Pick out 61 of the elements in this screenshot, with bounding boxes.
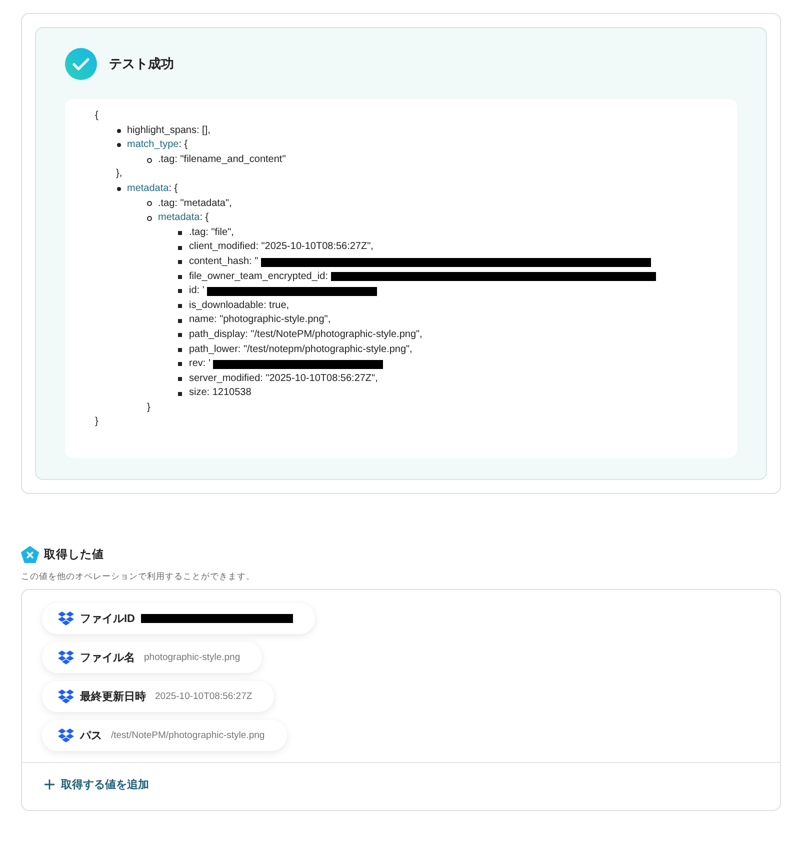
code-line: path_lower: "/test/notepm/photographic-style.png", <box>189 342 412 356</box>
bullet-icon <box>178 289 182 294</box>
code-line: is_downloadable: true, <box>189 298 290 313</box>
bullet-icon <box>178 246 182 250</box>
chip-label: パス <box>80 729 102 744</box>
code-line: metadata: { <box>127 182 178 196</box>
bullet-icon <box>117 143 121 148</box>
bullet-icon <box>178 304 182 308</box>
code-line: } <box>95 415 98 430</box>
dropbox-icon <box>58 689 74 704</box>
bullet-icon <box>178 318 182 323</box>
chip-value: 2025-10-10T08:56:27Z <box>155 691 252 702</box>
code-line: { <box>95 109 98 123</box>
bullet-icon <box>117 187 121 192</box>
plus-icon <box>44 779 55 790</box>
dropbox-icon <box>58 611 74 626</box>
code-line: } <box>147 400 150 415</box>
value-chip[interactable]: 最終更新日時 2025-10-10T08:56:27Z <box>42 681 274 712</box>
code-line: .tag: "file", <box>189 226 234 240</box>
chip-value: photographic-style.png <box>144 652 240 664</box>
code-line: rev: ' <box>189 357 210 372</box>
bullet-icon <box>117 128 121 133</box>
code-line: size: 1210538 <box>189 386 252 400</box>
code-line: content_hash: " <box>189 254 258 269</box>
bullet-icon <box>178 348 182 352</box>
dropbox-icon <box>58 650 74 666</box>
code-line: }, <box>116 167 122 182</box>
value-chip[interactable]: パス /test/NotePM/photographic-style.png <box>42 720 287 752</box>
result-title: テスト成功 <box>109 55 174 73</box>
bullet-icon <box>147 201 152 206</box>
code-line: file_owner_team_encrypted_id: <box>189 270 328 284</box>
value-chip[interactable]: ファイルID <box>42 603 315 634</box>
add-value-button[interactable]: 取得する値を追加 <box>44 777 149 792</box>
value-chip[interactable]: ファイル名 photographic-style.png <box>42 642 262 674</box>
code-line: server_modified: "2025-10-10T08:56:27Z", <box>189 372 378 386</box>
code-line: metadata: { <box>158 211 209 226</box>
chip-label: ファイル名 <box>80 650 135 666</box>
variable-icon <box>21 546 39 564</box>
code-line: client_modified: "2025-10-10T08:56:27Z", <box>189 240 374 254</box>
code-line: match_type: { <box>127 138 188 152</box>
bullet-icon <box>178 274 182 279</box>
dropbox-icon <box>58 728 74 744</box>
bullet-icon <box>147 216 152 221</box>
code-line: highlight_spans: [], <box>127 124 210 138</box>
code-line: .tag: "filename_and_content" <box>158 152 286 167</box>
bullet-icon <box>178 392 182 396</box>
chip-value: /test/NotePM/photographic-style.png <box>111 730 265 742</box>
bullet-icon <box>178 376 182 381</box>
section-description: この値を他のオペレーションで利用することができます。 <box>21 571 256 584</box>
bullet-icon <box>178 260 182 264</box>
chip-label: ファイルID <box>80 612 135 626</box>
bullet-icon <box>178 362 182 366</box>
bullet-icon <box>178 333 182 338</box>
code-line: .tag: "metadata", <box>158 196 232 211</box>
bullet-icon <box>147 158 152 163</box>
code-line: id: ' <box>189 284 204 298</box>
section-title: 取得した値 <box>44 548 104 562</box>
code-line: path_display: "/test/NotePM/photographic-style.png", <box>189 328 422 342</box>
code-line: name: "photographic-style.png", <box>189 313 331 328</box>
bullet-icon <box>178 231 182 236</box>
chip-label: 最終更新日時 <box>80 690 146 704</box>
